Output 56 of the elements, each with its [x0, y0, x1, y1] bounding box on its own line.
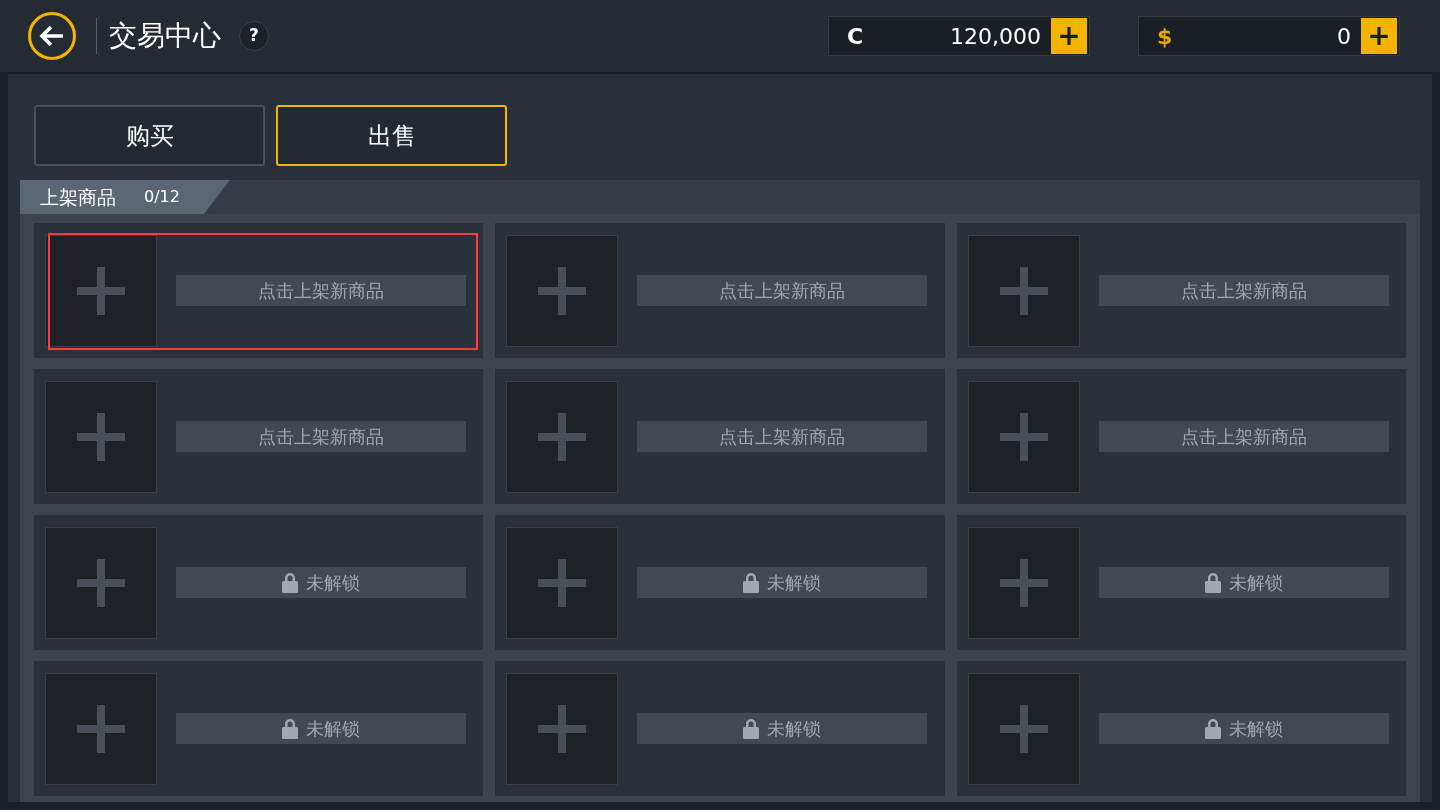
slot-label: 未解锁: [767, 571, 822, 595]
plus-icon: [999, 704, 1048, 753]
tab[interactable]: 出售: [276, 105, 507, 166]
page-title: 交易中心: [109, 18, 221, 54]
plus-icon: [77, 558, 125, 607]
slot-label: 未解锁: [306, 717, 360, 741]
slot-label: 点击上架新商品: [1180, 425, 1307, 449]
listing-slot[interactable]: 未解锁: [495, 661, 945, 796]
plus-icon: [538, 558, 587, 607]
listing-slot[interactable]: 未解锁: [34, 661, 484, 796]
add-currency-button[interactable]: +: [1361, 18, 1397, 54]
slot-label: 未解锁: [767, 717, 822, 741]
section-title: 上架商品: [40, 184, 116, 210]
slot-label: 点击上架新商品: [258, 425, 384, 449]
plus-icon: [538, 266, 587, 315]
currency-symbol: C: [847, 22, 864, 51]
currency-amount: 120,000: [949, 22, 1042, 51]
add-currency-button[interactable]: +: [1051, 18, 1087, 54]
listing-slot[interactable]: 点击上架新商品: [495, 223, 945, 358]
back-arrow-icon: [39, 25, 65, 47]
slot-label: 点击上架新商品: [719, 279, 846, 303]
back-button[interactable]: [28, 12, 76, 60]
listing-slot[interactable]: 点击上架新商品: [495, 369, 945, 504]
currency-symbol: $: [1157, 22, 1173, 51]
slot-label: 点击上架新商品: [1180, 279, 1307, 303]
slot-label: 未解锁: [1228, 571, 1283, 595]
slot-label: 未解锁: [306, 571, 360, 595]
slot-label: 点击上架新商品: [258, 279, 384, 303]
plus-icon: [538, 412, 587, 461]
slot-label: 未解锁: [1228, 717, 1283, 741]
slot-count: 0/12: [144, 186, 180, 208]
listing-slot[interactable]: 未解锁: [495, 515, 945, 650]
listing-slot[interactable]: 点击上架新商品: [956, 223, 1406, 358]
lock-icon: [282, 718, 298, 739]
listing-slot[interactable]: 未解锁: [956, 515, 1406, 650]
plus-icon: [538, 704, 587, 753]
plus-icon: [77, 412, 125, 461]
lock-icon: [743, 572, 760, 593]
listing-slot[interactable]: 点击上架新商品: [956, 369, 1406, 504]
lock-icon: [1204, 572, 1221, 593]
lock-icon: [743, 718, 760, 739]
listing-slot[interactable]: 未解锁: [956, 661, 1406, 796]
plus-icon: [999, 558, 1048, 607]
help-button[interactable]: ?: [239, 21, 269, 51]
slot-label: 点击上架新商品: [719, 425, 846, 449]
plus-icon: [999, 266, 1048, 315]
lock-icon: [1204, 718, 1221, 739]
currency-amount: 0: [1336, 22, 1352, 51]
plus-icon: [77, 266, 125, 315]
listing-slot[interactable]: 点击上架新商品: [34, 369, 484, 504]
lock-icon: [282, 572, 298, 593]
tab[interactable]: 购买: [34, 105, 265, 166]
plus-icon: [77, 704, 125, 753]
listing-slot[interactable]: 点击上架新商品: [34, 223, 484, 358]
plus-icon: [999, 412, 1048, 461]
listing-slot[interactable]: 未解锁: [34, 515, 484, 650]
